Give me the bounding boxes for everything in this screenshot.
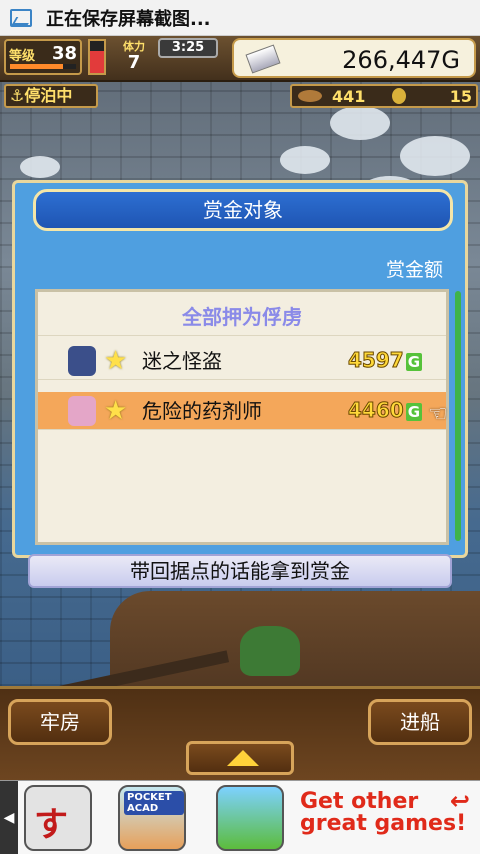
screenshot-icon [10,8,32,27]
dragon-figurehead [240,626,300,676]
target-name: 危险的药剂师 [142,399,262,423]
status-bar: 正在保存屏幕截图... [0,0,480,36]
set-sail-button[interactable]: 进船 [368,699,472,745]
sub-hud: ⚓停泊中 441 15 [0,82,480,110]
status-text: 正在保存屏幕截图... [46,8,211,30]
level-label: 等级 [9,49,36,64]
ad-app-sushi[interactable]: すし [24,785,92,851]
capture-all-button[interactable]: 全部押为俘虏 [38,298,446,336]
silver-bar-icon [245,44,281,74]
bounty-panel: 赏金对象 赏金额 全部押为俘虏 ★ 迷之怪盗 4597 G ★ 危险的药剂师 44… [12,180,468,558]
star-icon: ★ [104,396,128,426]
star-icon: ★ [104,346,128,376]
gold-box: 266,447G [232,38,476,78]
target-bounty: 4460 G [348,398,422,423]
gold-value: 266,447G [342,46,460,74]
target-name: 迷之怪盗 [142,349,222,373]
bounty-amount-header: 赏金额 [385,259,443,281]
target-bounty: 4597 G [348,348,422,373]
panel-title: 赏金对象 [33,189,453,231]
bottom-bar: 牢房 进船 [0,686,480,780]
jail-button[interactable]: 牢房 [8,699,112,745]
top-hud: 等级 38 体力 7 3:25 266,447G [0,36,480,82]
level-box: 等级 38 [4,39,82,75]
stamina-value: 7 [127,52,141,73]
app-logo-glyph: すし [34,805,68,845]
return-arrow-icon: ↩ [449,787,470,815]
bounty-list: 全部押为俘虏 ★ 迷之怪盗 4597 G ★ 危险的药剂师 4460 G [35,289,449,545]
medal-icon [392,88,406,104]
ad-app-pocket-academy[interactable]: POCKET ACAD [118,785,186,851]
resources-box: 441 15 [290,84,478,108]
ad-text[interactable]: Get other great games! [300,791,466,835]
ad-banner[interactable]: ◀ すし POCKET ACAD Get other great games! … [0,780,480,854]
port-status-label: 停泊中 [24,86,73,105]
bounty-hint: 带回据点的话能拿到赏金 [28,554,452,588]
resource-2-value: 15 [449,87,472,106]
fish-icon [298,90,322,102]
list-item[interactable]: ★ 迷之怪盗 4597 G [38,342,446,380]
expand-menu-button[interactable] [186,741,294,775]
app-logo-label: POCKET ACAD [124,791,184,815]
level-value: 38 [52,43,78,64]
pharmacist-avatar-icon [68,396,96,426]
stamina-box: 体力 7 [112,38,156,78]
health-gauge [88,39,106,75]
list-item-selected[interactable]: ★ 危险的药剂师 4460 G [38,392,446,430]
game-clock: 3:25 [158,38,218,58]
resource-1-value: 441 [332,87,366,106]
list-scrollbar[interactable] [455,291,461,541]
port-status: ⚓停泊中 [4,84,98,108]
level-progress-bar [10,64,76,69]
ad-app-castle[interactable] [216,785,284,851]
pointing-hand-icon: ☜ [428,402,448,427]
ad-left-arrow-icon[interactable]: ◀ [0,781,18,854]
thief-avatar-icon [68,346,96,376]
